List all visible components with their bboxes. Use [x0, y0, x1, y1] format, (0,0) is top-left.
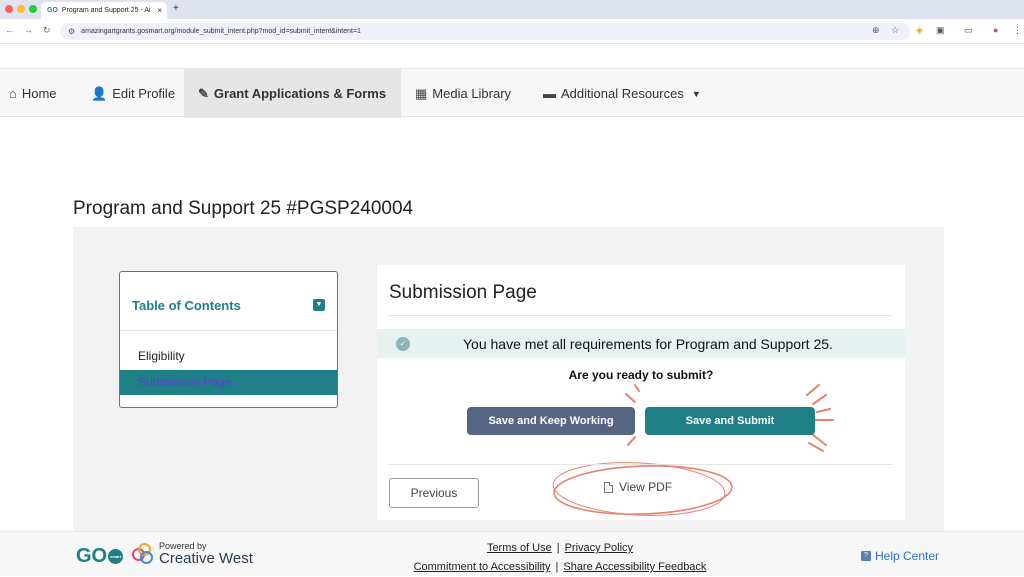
pdf-icon	[604, 481, 613, 493]
tab-close-icon[interactable]: ×	[157, 6, 162, 15]
view-pdf-label: View PDF	[619, 480, 673, 494]
folder-icon: ▬	[543, 86, 556, 101]
submission-title: Submission Page	[389, 282, 537, 303]
divider	[389, 315, 893, 316]
save-and-submit-button[interactable]: Save and Submit	[645, 407, 815, 435]
toc-header[interactable]: Table of Contents ▼	[120, 272, 337, 331]
toc-title: Table of Contents	[132, 298, 241, 313]
submit-question: Are you ready to submit?	[568, 368, 714, 382]
media-icon: ▦	[415, 85, 428, 101]
requirements-met-banner: ✓ You have met all requirements for Prog…	[377, 329, 905, 358]
help-center-link[interactable]: ? Help Center	[861, 549, 939, 563]
maximize-window-button[interactable]	[29, 5, 37, 13]
close-window-button[interactable]	[5, 5, 13, 13]
chevron-down-icon[interactable]: ▼	[313, 299, 325, 311]
previous-button[interactable]: Previous	[389, 478, 479, 508]
table-of-contents: Table of Contents ▼ Eligibility Submissi…	[119, 271, 338, 408]
help-center-label: Help Center	[875, 549, 940, 563]
site-navigation: ⌂ Home 👤 Edit Profile ✎ Grant Applicatio…	[0, 68, 1024, 118]
user-icon: 👤	[91, 85, 108, 101]
nav-home[interactable]: ⌂ Home	[9, 69, 69, 118]
nav-edit-profile[interactable]: 👤 Edit Profile	[91, 69, 176, 118]
toc-item-eligibility[interactable]: Eligibility	[120, 344, 337, 369]
page-title: Program and Support 25 #PGSP240004	[73, 198, 414, 219]
accessibility-feedback-link[interactable]: Share Accessibility Feedback	[563, 561, 706, 573]
check-circle-icon: ✓	[396, 337, 410, 351]
bookmark-star-icon[interactable]: ☆	[891, 25, 899, 36]
view-pdf-link[interactable]: View PDF	[604, 480, 672, 494]
url-text: amazingartgrants.gosmart.org/module_subm…	[81, 28, 361, 35]
edit-icon: ✎	[198, 85, 209, 101]
browser-tab-bar: GO Program and Support 25 - Ai × +	[0, 0, 1024, 19]
back-icon[interactable]: ←	[5, 25, 14, 35]
nav-media-library-label: Media Library	[432, 86, 512, 101]
extension-icon[interactable]: ◈	[916, 25, 923, 36]
gosmart-logo[interactable]: GO smart	[76, 545, 124, 568]
browser-menu-icon[interactable]: ⋮	[1013, 25, 1022, 36]
toc-item-submission-page[interactable]: Submission Page	[120, 370, 337, 395]
creative-west-mark-icon	[132, 542, 154, 565]
profile-avatar-icon[interactable]: ●	[993, 25, 998, 35]
creative-west-logo[interactable]: Powered by Creative West	[132, 541, 253, 566]
nav-home-label: Home	[21, 86, 57, 101]
divider	[389, 464, 893, 465]
extensions-puzzle-icon[interactable]: ▣	[936, 25, 945, 36]
nav-media-library[interactable]: ▦ Media Library	[415, 69, 520, 118]
nav-edit-profile-label: Edit Profile	[112, 86, 176, 101]
site-settings-icon[interactable]: ⚙	[68, 27, 75, 36]
gosmart-logo-badge: smart	[108, 549, 124, 564]
nav-additional-resources-label: Additional Resources	[561, 86, 684, 101]
nav-additional-resources[interactable]: ▬ Additional Resources ▼	[543, 69, 708, 118]
help-icon: ?	[861, 551, 871, 561]
nav-grant-applications[interactable]: ✎ Grant Applications & Forms	[184, 69, 401, 118]
requirements-met-message: You have met all requirements for Progra…	[463, 336, 833, 352]
save-and-keep-working-button[interactable]: Save and Keep Working	[467, 407, 635, 435]
minimize-window-button[interactable]	[17, 5, 25, 13]
nav-grant-applications-label: Grant Applications & Forms	[213, 86, 387, 101]
home-icon: ⌂	[9, 86, 17, 101]
privacy-policy-link[interactable]: Privacy Policy	[565, 542, 633, 554]
creative-west-name: Creative West	[159, 550, 253, 567]
address-bar-row: ← → ↻ ⚙ amazingartgrants.gosmart.org/mod…	[0, 19, 1024, 44]
url-field[interactable]: ⚙ amazingartgrants.gosmart.org/module_su…	[60, 23, 910, 40]
cast-icon[interactable]: ▭	[964, 25, 973, 36]
caret-down-icon: ▼	[691, 88, 701, 99]
new-tab-icon[interactable]: +	[173, 3, 179, 14]
gosmart-favicon-icon: GO	[47, 7, 58, 14]
accessibility-commitment-link[interactable]: Commitment to Accessibility	[414, 561, 551, 573]
forward-icon[interactable]: →	[24, 25, 33, 35]
reload-icon[interactable]: ↻	[43, 25, 51, 36]
submission-card: Submission Page ✓ You have met all requi…	[377, 265, 905, 520]
footer-links: Terms of Use | Privacy Policy Commitment t…	[413, 542, 707, 573]
tab-title: Program and Support 25 - Ai	[61, 7, 151, 14]
zoom-icon[interactable]: ⊕	[872, 25, 880, 36]
browser-tab[interactable]: GO Program and Support 25 - Ai ×	[41, 2, 167, 19]
gosmart-logo-text: GO	[76, 545, 108, 567]
terms-of-use-link[interactable]: Terms of Use	[487, 542, 552, 554]
footer: GO smart Powered by Creative West Terms …	[0, 531, 1024, 576]
